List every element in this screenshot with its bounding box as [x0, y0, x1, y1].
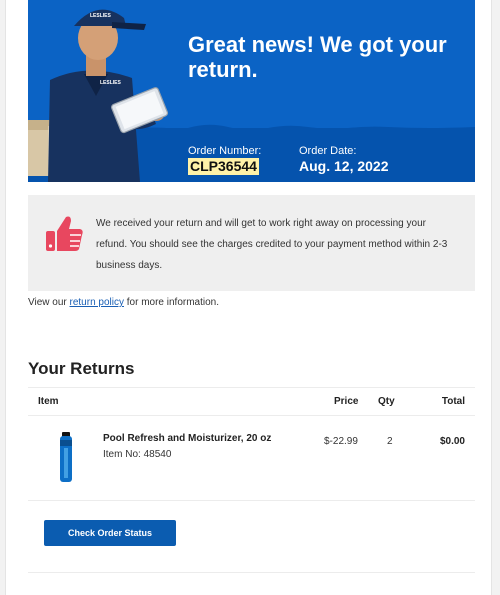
table-row: Pool Refresh and Moisturizer, 20 oz Item… [28, 417, 475, 501]
product-qty: 2 [387, 436, 393, 447]
email-body: LESLIES LESLIES Great news! We got your … [5, 0, 492, 595]
hero-title: Great news! We got your return. [188, 32, 447, 82]
order-date-label: Order Date: [299, 145, 357, 157]
order-date-block: Order Date: Aug. 12, 2022 [299, 145, 389, 175]
product-total: $0.00 [439, 436, 465, 447]
shirt-logo-text: LESLIES [100, 80, 122, 86]
order-number-block: Order Number: CLP36544 [188, 145, 261, 176]
header-qty: Qty [378, 396, 395, 407]
header-item: Item [38, 396, 59, 407]
return-policy-link[interactable]: return policy [70, 297, 124, 308]
delivery-person-illustration: LESLIES LESLIES [28, 9, 169, 182]
product-price: $-22.99 [324, 436, 358, 447]
check-order-status-button[interactable]: Check Order Status [44, 520, 176, 546]
hero-banner: LESLIES LESLIES Great news! We got your … [28, 0, 475, 182]
order-number-label: Order Number: [188, 145, 262, 157]
return-message: We received your return and will get to … [96, 218, 448, 271]
header-total: Total [441, 396, 465, 407]
return-notice: We received your return and will get to … [28, 195, 475, 291]
header-price: Price [334, 396, 359, 407]
policy-prefix: View our [28, 297, 70, 308]
footer-divider [28, 572, 475, 573]
order-number-value: CLP36544 [188, 158, 259, 175]
thumbs-up-icon [46, 216, 83, 251]
policy-suffix: for more information. [123, 297, 220, 308]
product-name: Pool Refresh and Moisturizer, 20 oz [103, 433, 272, 444]
policy-line: View our return policy for more informat… [28, 297, 219, 308]
product-bottle-image [60, 432, 72, 482]
product-item-number: Item No: 48540 [103, 449, 172, 460]
returns-title: Your Returns [28, 359, 135, 378]
returns-table-header: Item Price Qty Total [28, 387, 475, 416]
cap-logo-text: LESLIES [90, 13, 112, 19]
order-date-value: Aug. 12, 2022 [299, 158, 389, 174]
